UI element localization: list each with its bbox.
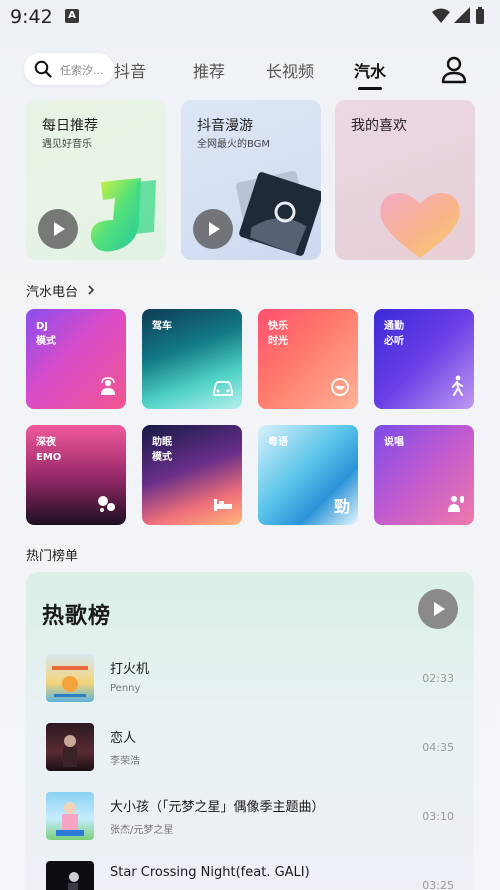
- status-bar: 9:42 A: [0, 0, 500, 34]
- song-row[interactable]: Star Crossing Night(feat. GALI) 03:25: [26, 855, 474, 890]
- album-cover: [46, 861, 94, 890]
- dj-icon: [98, 377, 118, 401]
- search-icon: [34, 60, 52, 82]
- tile-label-line1: 深夜: [36, 437, 56, 448]
- hot-songs-chart: 热歌榜 打火机 Penny 02:33 恋人 李荣浩 04:35 大小孩（「元梦…: [26, 572, 474, 890]
- chart-title: 热歌榜: [42, 604, 112, 629]
- radio-tile-rap[interactable]: 说唱: [374, 425, 474, 525]
- tile-label-line2: EMO: [36, 452, 62, 463]
- active-tab-indicator: [358, 87, 382, 90]
- card-title: 我的喜欢: [351, 118, 407, 134]
- tile-label-line1: 粤语: [268, 437, 288, 448]
- radio-tile-happy[interactable]: 快乐 时光: [258, 309, 358, 409]
- wifi-icon: [432, 8, 450, 23]
- tab-long-video[interactable]: 长视频: [266, 58, 314, 82]
- song-title: 大小孩（「元梦之星」偶像季主题曲）: [110, 800, 325, 815]
- status-time: 9:42: [10, 6, 53, 28]
- song-title: Star Crossing Night(feat. GALI): [110, 865, 310, 880]
- radio-tile-late-night[interactable]: 深夜 EMO: [26, 425, 126, 525]
- sleepy-icon: [96, 493, 118, 517]
- chart-play-button[interactable]: [418, 589, 458, 629]
- song-duration: 03:25: [422, 879, 454, 890]
- notification-icon: A: [65, 9, 79, 23]
- status-icons: [430, 6, 490, 30]
- heart-icon: [380, 192, 460, 258]
- my-favorites-card[interactable]: 我的喜欢: [335, 100, 475, 260]
- douyin-roam-card[interactable]: 抖音漫游 全网最火的BGM: [181, 100, 321, 260]
- radio-tile-commute[interactable]: 通勤 必听: [374, 309, 474, 409]
- song-duration: 04:35: [422, 741, 454, 754]
- card-title: 每日推荐: [42, 118, 98, 134]
- radio-tile-sleep[interactable]: 助眠 模式: [142, 425, 242, 525]
- search-placeholder: 任索汐...: [60, 64, 104, 77]
- song-duration: 02:33: [422, 672, 454, 685]
- tile-label-line1: 助眠: [152, 437, 172, 448]
- tile-label-line1: 驾车: [152, 321, 172, 332]
- cantonese-icon: 勁: [333, 497, 350, 516]
- card-subtitle: 遇见好音乐: [42, 139, 92, 150]
- battery-icon: [476, 7, 484, 24]
- radio-tile-dj[interactable]: DJ 模式: [26, 309, 126, 409]
- chevron-right-icon: [88, 285, 95, 295]
- walk-icon: [448, 375, 466, 401]
- tile-label-line1: 说唱: [384, 437, 404, 448]
- song-title: 打火机: [110, 662, 150, 677]
- radio-tile-driving[interactable]: 驾车: [142, 309, 242, 409]
- song-artist: 张杰/元梦之星: [110, 825, 174, 836]
- top-nav: 任索汐... 抖音 推荐 长视频 汽水: [0, 50, 500, 94]
- song-row[interactable]: 恋人 李荣浩 04:35: [26, 717, 474, 777]
- card-title: 抖音漫游: [197, 118, 253, 134]
- tile-label-line2: 模式: [36, 336, 56, 347]
- search-bar[interactable]: 任索汐...: [24, 53, 114, 85]
- music-note-art: [90, 178, 156, 252]
- signal-icon: [454, 7, 470, 23]
- section-title: 汽水电台: [26, 285, 79, 300]
- tile-label-line2: 模式: [152, 452, 172, 463]
- rap-icon: [446, 493, 466, 517]
- tile-label-line1: DJ: [36, 321, 49, 332]
- tab-recommend[interactable]: 推荐: [193, 58, 225, 82]
- tab-douyin[interactable]: 抖音: [114, 58, 146, 82]
- song-row[interactable]: 打火机 Penny 02:33: [26, 648, 474, 708]
- radio-tile-cantonese[interactable]: 粤语 勁: [258, 425, 358, 525]
- song-title: 恋人: [110, 731, 137, 746]
- album-cover: [46, 723, 94, 771]
- album-art: [235, 170, 321, 256]
- charts-section-title: 热门榜单: [26, 549, 79, 564]
- daily-recommend-card[interactable]: 每日推荐 遇见好音乐: [26, 100, 166, 260]
- tile-label-line1: 通勤: [384, 321, 404, 332]
- card-subtitle: 全网最火的BGM: [197, 139, 271, 150]
- tile-label-line2: 时光: [268, 336, 288, 347]
- radio-section-header[interactable]: 汽水电台: [26, 281, 96, 300]
- album-cover: [46, 792, 94, 840]
- album-cover: [46, 654, 94, 702]
- tab-qishui[interactable]: 汽水: [354, 58, 386, 82]
- car-icon: [212, 379, 234, 401]
- user-icon[interactable]: [441, 56, 467, 88]
- tile-label-line2: 必听: [384, 336, 404, 347]
- smile-icon: [330, 377, 350, 401]
- song-row[interactable]: 大小孩（「元梦之星」偶像季主题曲） 张杰/元梦之星 03:10: [26, 786, 474, 846]
- song-artist: 李荣浩: [110, 756, 140, 767]
- play-button[interactable]: [38, 209, 78, 249]
- bed-icon: [212, 495, 234, 517]
- song-duration: 03:10: [422, 810, 454, 823]
- song-artist: Penny: [110, 683, 141, 694]
- tile-label-line1: 快乐: [268, 321, 288, 332]
- play-button[interactable]: [193, 209, 233, 249]
